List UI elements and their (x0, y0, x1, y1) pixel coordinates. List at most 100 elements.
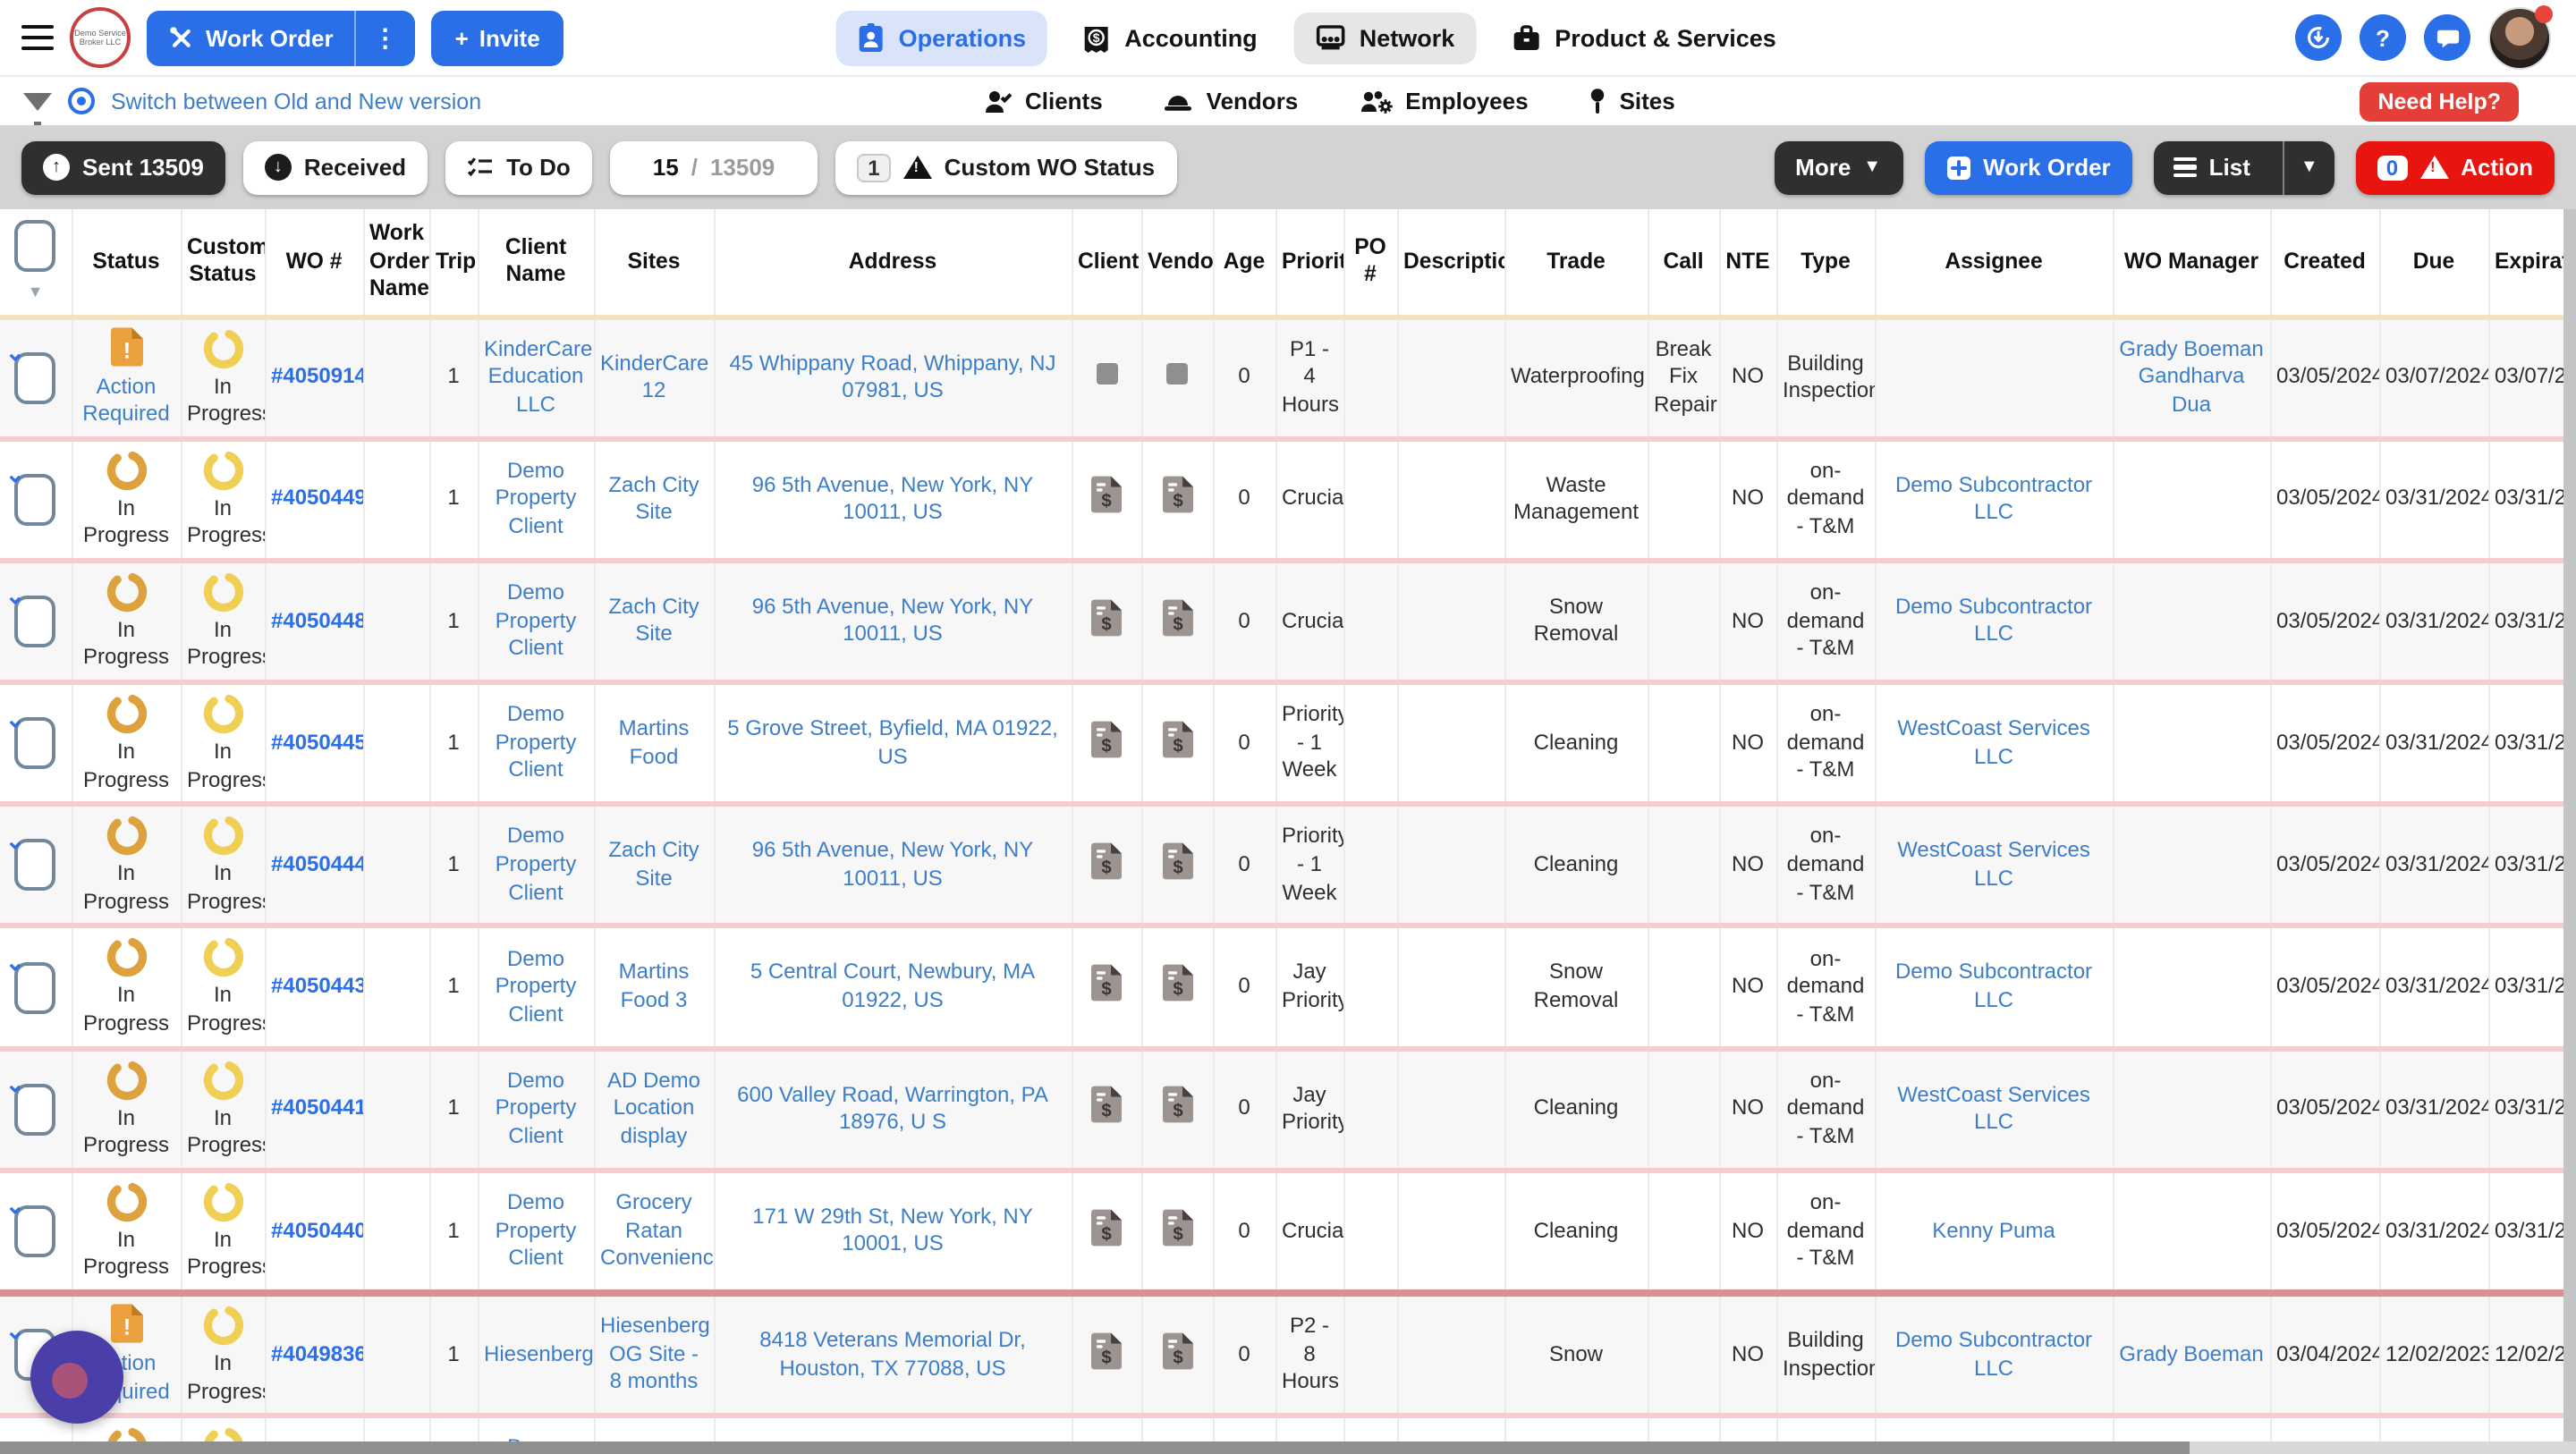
table-row[interactable]: ⌄ In Progress In Progress #4050440 1 Dem… (0, 1171, 2563, 1293)
list-view-split-button[interactable]: List ▼ (2154, 140, 2334, 194)
cell-assignee[interactable]: WestCoast Services LLC (1897, 1081, 2090, 1134)
cell-wo[interactable]: #4049836 (271, 1341, 363, 1366)
vertical-scrollbar[interactable] (2563, 209, 2576, 1441)
col-assignee[interactable]: Assignee (1875, 209, 2113, 317)
cell-wo[interactable]: #4050449 (271, 486, 363, 511)
table-row[interactable]: ⌄ In Progress In Progress #4050449 1 Dem… (0, 438, 2563, 560)
work-order-split-button[interactable]: Work Order ⋮ (147, 10, 416, 65)
cell-client-name[interactable]: Demo Property Client (496, 1435, 577, 1441)
cell-client-name[interactable]: KinderCare Education LLC (484, 335, 592, 416)
row-expand-chevron-icon[interactable]: ⌄ (5, 461, 25, 492)
table-row[interactable]: ⌄ !Action Required In Progress #4049836 … (0, 1293, 2563, 1416)
user-avatar[interactable] (2488, 6, 2551, 69)
invoice-icon[interactable]: $ (1162, 860, 1192, 885)
vendors-link[interactable]: Vendors (1164, 88, 1299, 114)
cell-client-name[interactable]: Demo Property Client (496, 458, 577, 538)
col-trade[interactable]: Trade (1504, 209, 1648, 317)
table-row[interactable]: ⌄ In Progress In Progress #4050443 1 Dem… (0, 926, 2563, 1048)
action-button[interactable]: 0 Action (2356, 140, 2555, 194)
chevron-down-icon[interactable]: ▼ (5, 283, 65, 303)
cell-wo[interactable]: #4050914 (271, 364, 363, 389)
col-vendor[interactable]: Vendor (1141, 209, 1213, 317)
history-button[interactable] (2295, 14, 2342, 61)
col-wo-number[interactable]: WO # (265, 209, 363, 317)
col-status[interactable]: Status (72, 209, 181, 317)
hamburger-menu-icon[interactable] (21, 24, 54, 51)
invoice-icon[interactable]: $ (1162, 616, 1192, 641)
custom-wo-status-button[interactable]: 1 Custom WO Status (835, 140, 1176, 194)
chat-widget-button[interactable] (30, 1331, 123, 1424)
cell-assignee[interactable]: WestCoast Services LLC (1897, 838, 2090, 891)
col-age[interactable]: Age (1213, 209, 1275, 317)
cell-assignee[interactable]: Demo Subcontractor LLC (1895, 1327, 2092, 1380)
col-expiration[interactable]: Expiration (2488, 209, 2563, 317)
invoice-icon[interactable]: $ (1162, 739, 1192, 764)
cell-wo[interactable]: #4050440 (271, 1217, 363, 1242)
row-expand-chevron-icon[interactable]: ⌄ (5, 1193, 25, 1223)
table-row[interactable]: ⌄ In Progress In Progress #4050448 1 Dem… (0, 561, 2563, 682)
more-button[interactable]: More ▼ (1774, 140, 1902, 194)
select-all-checkbox[interactable] (15, 220, 56, 272)
cell-address[interactable]: 96 5th Avenue, New York, NY 10011, US (752, 838, 1033, 891)
col-description[interactable]: Description (1397, 209, 1504, 317)
cell-client-name[interactable]: Demo Property Client (496, 702, 577, 782)
invoice-icon[interactable]: $ (1162, 1104, 1192, 1129)
company-logo[interactable]: Demo Service Broker LLC (70, 7, 131, 68)
col-client[interactable]: Client (1072, 209, 1141, 317)
cell-site[interactable]: AD Demo Location display (607, 1068, 700, 1148)
col-client-name[interactable]: Client Name (478, 209, 594, 317)
sites-link[interactable]: Sites (1589, 88, 1675, 114)
col-sites[interactable]: Sites (594, 209, 714, 317)
cell-wo[interactable]: #4050441 (271, 1095, 363, 1120)
horizontal-scrollbar[interactable] (0, 1441, 2576, 1454)
table-row[interactable]: ⌄ In Progress In Progress #4050444 1 Dem… (0, 805, 2563, 926)
chat-button[interactable] (2424, 14, 2470, 61)
cell-site[interactable]: KinderCare 12 (600, 350, 708, 402)
row-expand-chevron-icon[interactable]: ⌄ (5, 1070, 25, 1101)
cell-client-name[interactable]: Demo Property Client (496, 1189, 577, 1270)
cell-address[interactable]: 5 Central Court, Newbury, MA 01922, US (750, 959, 1035, 1012)
invoice-icon[interactable]: $ (1091, 495, 1122, 520)
cell-status[interactable]: Action Required (82, 373, 169, 426)
header-select-all[interactable]: ▼ (0, 209, 72, 317)
attachment-placeholder-icon[interactable] (1166, 365, 1188, 390)
tab-accounting[interactable]: $ Accounting (1062, 10, 1279, 65)
col-wo-manager[interactable]: WO Manager (2113, 209, 2270, 317)
cell-assignee[interactable]: Demo Subcontractor LLC (1895, 959, 2092, 1012)
cell-manager[interactable]: Grady Boeman Gandharva Dua (2119, 335, 2263, 416)
invite-button[interactable]: + Invite (432, 10, 564, 65)
version-toggle-radio-icon[interactable] (68, 88, 95, 114)
cell-site[interactable]: Grocery Ratan Convenience (600, 1189, 714, 1270)
col-type[interactable]: Type (1776, 209, 1875, 317)
invoice-icon[interactable]: $ (1091, 1226, 1122, 1251)
col-call[interactable]: Call (1648, 209, 1719, 317)
col-nte[interactable]: NTE (1719, 209, 1776, 317)
tab-network[interactable]: Network (1293, 12, 1477, 63)
list-view-dropdown[interactable]: ▼ (2283, 140, 2334, 194)
tab-product-services[interactable]: Product & Services (1490, 12, 1798, 63)
table-row[interactable]: ⌄ In Progress In Progress #4049801 1 Dem… (0, 1416, 2563, 1441)
cell-site[interactable]: Zach City Site (608, 471, 699, 524)
cell-wo[interactable]: #4050443 (271, 973, 363, 998)
col-po[interactable]: PO # (1343, 209, 1397, 317)
employees-link[interactable]: Employees (1359, 88, 1528, 114)
help-button[interactable]: ? (2360, 14, 2406, 61)
cell-address[interactable]: 5 Grove Street, Byfield, MA 01922, US (727, 715, 1058, 768)
cell-address[interactable]: 96 5th Avenue, New York, NY 10011, US (752, 471, 1033, 524)
tab-operations[interactable]: Operations (836, 10, 1048, 65)
invoice-icon[interactable]: $ (1162, 982, 1192, 1007)
cell-site[interactable]: Martins Food (619, 715, 690, 768)
cell-site[interactable]: Zach City Site (608, 838, 699, 891)
need-help-button[interactable]: Need Help? (2360, 81, 2519, 121)
cell-assignee[interactable]: WestCoast Services LLC (1897, 715, 2090, 768)
col-wo-name[interactable]: Work Order Name (363, 209, 429, 317)
col-created[interactable]: Created (2270, 209, 2379, 317)
attachment-placeholder-icon[interactable] (1096, 365, 1117, 390)
cell-client-name[interactable]: Demo Property Client (496, 579, 577, 660)
cell-client-name[interactable]: Hiesenberg (484, 1341, 594, 1366)
table-row[interactable]: ⌄ In Progress In Progress #4050441 1 Dem… (0, 1048, 2563, 1170)
col-due[interactable]: Due (2379, 209, 2488, 317)
cell-wo[interactable]: #4050445 (271, 730, 363, 755)
cell-address[interactable]: 8418 Veterans Memorial Dr, Houston, TX 7… (759, 1327, 1026, 1380)
row-expand-chevron-icon[interactable]: ⌄ (5, 1316, 25, 1347)
